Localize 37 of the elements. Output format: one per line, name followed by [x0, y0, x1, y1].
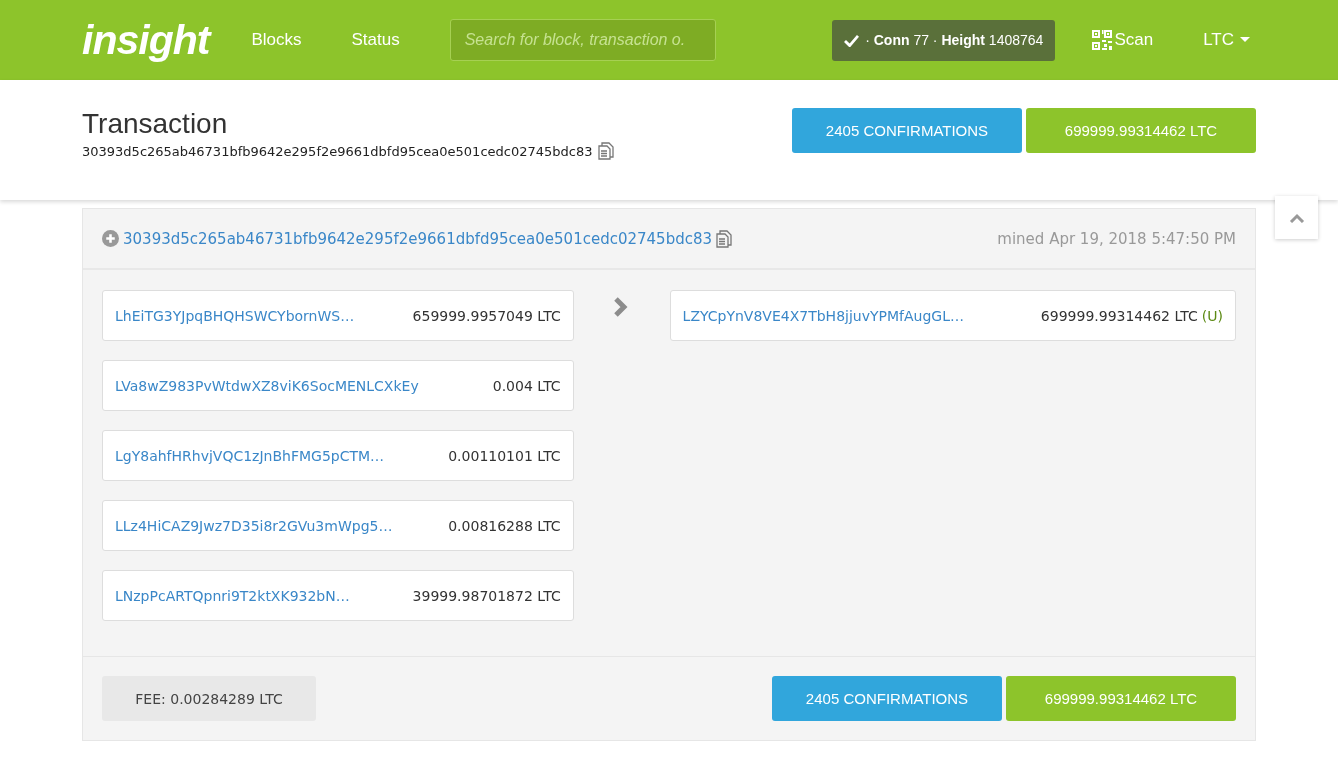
caret-icon — [1240, 37, 1250, 43]
chevron-right-icon — [612, 296, 629, 318]
address-link[interactable]: LhEiTG3YJpqBHQHSWCYbornWS… — [115, 307, 413, 324]
amount-text: 659999.9957049 LTC — [412, 307, 561, 324]
confirmations-button[interactable]: 2405 CONFIRMATIONS — [772, 676, 1002, 721]
amount-button[interactable]: 699999.99314462 LTC — [1006, 676, 1236, 721]
chevron-up-icon — [1288, 212, 1305, 223]
mined-time: mined Apr 19, 2018 5:47:50 PM — [997, 229, 1236, 248]
address-link[interactable]: LLz4HiCAZ9Jwz7D35i8r2GVu3mWpg5… — [115, 517, 449, 534]
address-link[interactable]: LVa8wZ983PvWtdwXZ8viK6SocMENLCXkEy — [115, 377, 493, 394]
nav-link[interactable]: Status — [351, 30, 400, 50]
address-link[interactable]: LZYCpYnV8VE4X7TbH8jjuvYPMfAugGL… — [682, 307, 1041, 324]
address-link[interactable]: LNzpPcARTQpnri9T2ktXK932bN… — [115, 587, 413, 604]
amount-text: 39999.98701872 LTC — [412, 587, 561, 604]
logo[interactable]: insight — [82, 16, 210, 64]
amount-text: 0.00110101 LTC — [448, 447, 561, 464]
search-field[interactable]: Search for block, transaction o. — [449, 19, 716, 61]
currency-dropdown[interactable]: LTC — [1203, 30, 1250, 50]
checkmark-icon — [844, 33, 860, 47]
transaction-link[interactable]: 30393d5c265ab46731bfb9642e295f2e9661dbfd95cea0e501cedc02745bdc83 — [123, 229, 712, 248]
page-title: Transaction — [82, 108, 229, 140]
copy-icon[interactable] — [598, 142, 615, 160]
amount-button[interactable]: 699999.99314462 LTC — [1026, 108, 1256, 153]
plus-circle-icon[interactable] — [102, 230, 119, 247]
fee-label: FEE: 0.00284289 LTC — [102, 676, 316, 721]
nav-link[interactable]: Blocks — [251, 30, 302, 50]
qr-code-icon — [1092, 30, 1113, 50]
confirmations-button[interactable]: 2405 CONFIRMATIONS — [792, 108, 1022, 153]
address-link[interactable]: LgY8ahfHRhvjVQC1zJnBhFMG5pCTM… — [115, 447, 449, 464]
scan-link[interactable]: Scan — [1092, 30, 1154, 50]
status-text: · Conn 77 · Height 1408764 — [865, 32, 1044, 48]
copy-icon[interactable] — [716, 229, 732, 248]
amount-text: 0.00816288 LTC — [448, 517, 561, 534]
amount-text: 0.004 LTC — [492, 377, 561, 394]
unspent-status-text: (U) — [1201, 307, 1223, 324]
transaction-hash: 30393d5c265ab46731bfb9642e295f2e9661dbfd95cea0e501cedc02745bdc83 — [82, 143, 593, 159]
amount-text: 699999.99314462 LTC — [1040, 307, 1198, 324]
